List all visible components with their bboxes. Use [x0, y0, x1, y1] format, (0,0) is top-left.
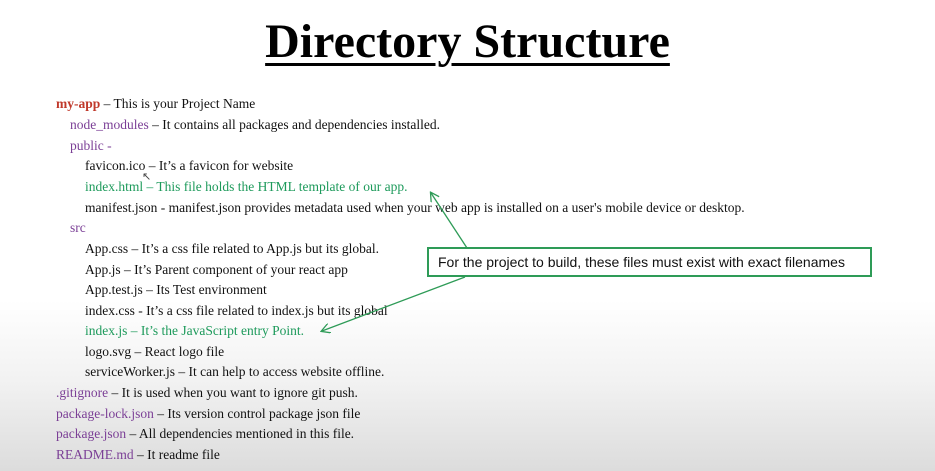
arrow-to-index-js [322, 276, 466, 331]
arrow-to-index-html [431, 193, 468, 249]
mouse-cursor-icon: ↖ [142, 170, 152, 183]
callout-box: For the project to build, these files mu… [427, 247, 872, 277]
callout-arrows [0, 0, 468, 471]
